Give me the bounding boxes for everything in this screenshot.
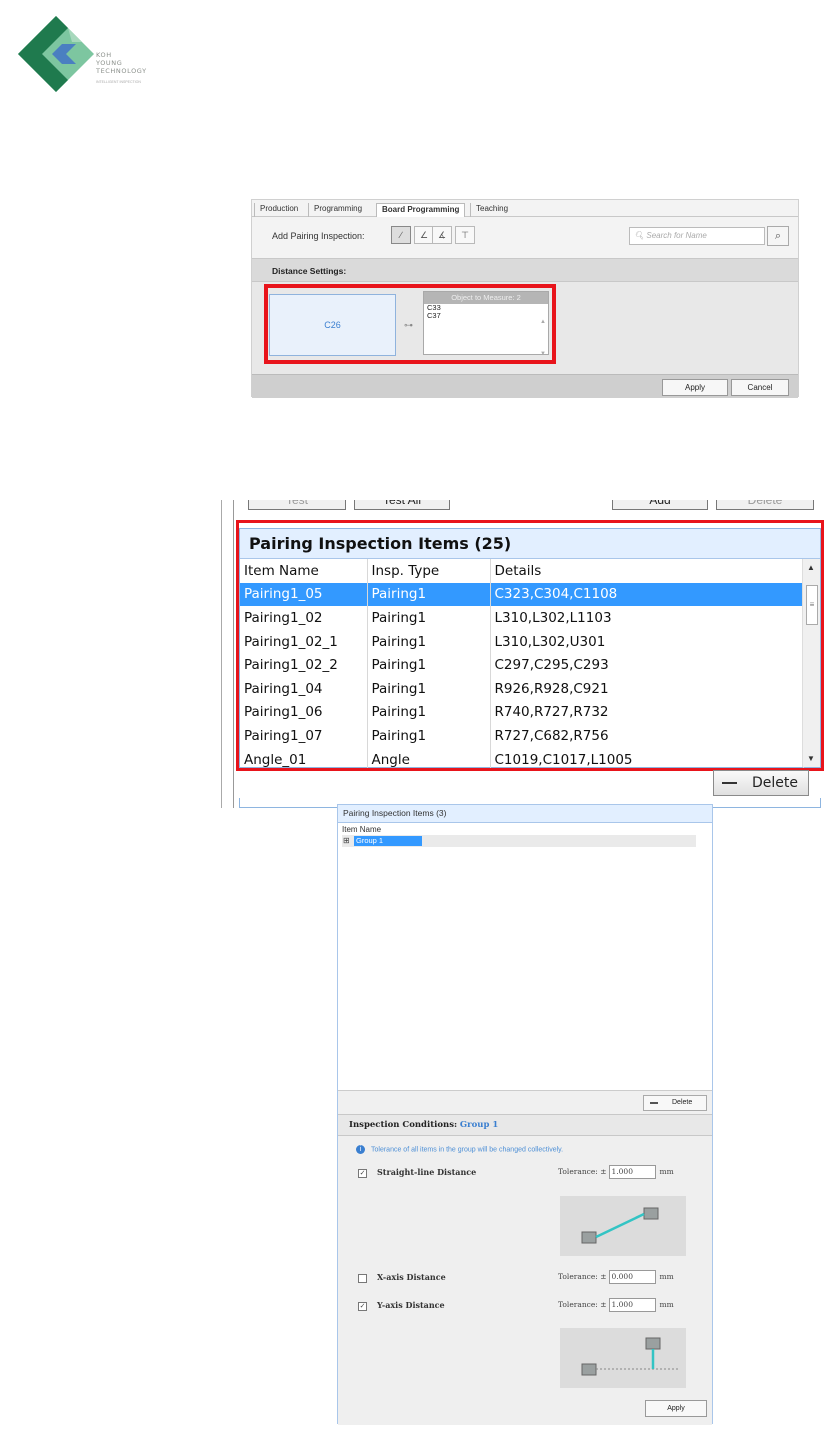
option-y-axis[interactable]: ✓ Y-axis Distance: [358, 1300, 445, 1311]
logo-mark-icon: [18, 16, 94, 92]
delete-label: Delete: [672, 1099, 693, 1106]
option-label: X-axis Distance: [377, 1272, 446, 1282]
checkbox-y-axis[interactable]: ✓: [358, 1301, 367, 1311]
group-conditions-screenshot: Pairing Inspection Items (3) Item Name ⊞…: [337, 804, 713, 1425]
search-button[interactable]: ⌕: [767, 226, 789, 246]
straight-line-diagram: [560, 1196, 686, 1256]
checkbox-straight-line[interactable]: ✓: [358, 1168, 367, 1178]
checkbox-x-axis[interactable]: [358, 1273, 367, 1283]
top-button-row: Test Test All Add Delete: [236, 500, 826, 518]
expand-icon[interactable]: ⊞: [343, 836, 350, 845]
angle-icon[interactable]: ∠: [414, 226, 434, 244]
y-axis-diagram: [560, 1328, 686, 1388]
minus-icon: [722, 782, 737, 784]
straight-line-distance-icon: [581, 1207, 659, 1244]
tolerance-input[interactable]: 1.000: [608, 1165, 656, 1179]
koh-young-logo: KOH YOUNG TECHNOLOGY INTELLIGENT INSPECT…: [16, 14, 186, 94]
tab-board-programming[interactable]: Board Programming: [376, 203, 466, 217]
section-title: Distance Settings:: [272, 266, 347, 276]
delete-button[interactable]: Delete: [713, 770, 809, 796]
red-highlight-box: [236, 520, 824, 771]
tolerance-straight-line: Tolerance: ±1.000 mm: [558, 1165, 674, 1179]
add-button[interactable]: Add: [612, 500, 708, 510]
tolerance-x-axis: Tolerance: ±0.000 mm: [558, 1270, 674, 1284]
cancel-button[interactable]: Cancel: [731, 379, 789, 396]
search-input[interactable]: 🔍︎ Search for Name: [629, 227, 765, 245]
delete-top-button[interactable]: Delete: [716, 500, 814, 510]
red-highlight-box: [264, 284, 556, 364]
col-item-name[interactable]: Item Name: [342, 825, 381, 834]
delete-label: Delete: [752, 775, 798, 791]
inspection-conditions-header: Inspection Conditions: Group 1: [338, 1114, 712, 1136]
tolerance-label: Tolerance: ±: [558, 1167, 607, 1176]
tolerance-input[interactable]: 1.000: [608, 1298, 656, 1312]
tab-teaching[interactable]: Teaching: [470, 203, 513, 217]
option-label: Straight-line Distance: [377, 1167, 477, 1177]
option-label: Y-axis Distance: [377, 1300, 445, 1310]
info-text: Tolerance of all items in the group will…: [371, 1146, 564, 1154]
left-border: [222, 500, 234, 808]
add-pairing-label: Add Pairing Inspection:: [272, 231, 365, 241]
distance-settings-header: Distance Settings:: [252, 258, 798, 282]
logo-tagline: INTELLIGENT INSPECTION: [96, 80, 141, 84]
panel-title: Pairing Inspection Items (3): [338, 805, 712, 823]
group-name: Group 1: [354, 836, 422, 846]
info-message: i Tolerance of all items in the group wil…: [356, 1145, 563, 1154]
search-icon: ⌕: [774, 230, 782, 242]
pairing-items-screenshot: Test Test All Add Delete Pairing Inspect…: [221, 500, 831, 808]
unit-label: mm: [659, 1167, 674, 1176]
delete-button[interactable]: Delete: [643, 1095, 707, 1111]
delete-bar: Delete: [338, 1090, 712, 1114]
group-row[interactable]: ⊞ Group 1: [342, 835, 696, 847]
minus-icon: [650, 1102, 658, 1104]
conditions-group-name: Group 1: [459, 1120, 499, 1130]
apply-button[interactable]: Apply: [662, 379, 728, 396]
info-icon: i: [356, 1145, 365, 1154]
tolerance-label: Tolerance: ±: [558, 1272, 607, 1281]
y-axis-distance-icon: [581, 1337, 678, 1376]
multi-distance-icon[interactable]: ⊤: [455, 226, 475, 244]
distance-settings-screenshot: Production Programming Board Programming…: [251, 199, 799, 398]
test-all-button[interactable]: Test All: [354, 500, 450, 510]
unit-label: mm: [659, 1300, 674, 1309]
unit-label: mm: [659, 1272, 674, 1281]
apply-button[interactable]: Apply: [645, 1400, 707, 1417]
logo-brand-text: KOH YOUNG TECHNOLOGY: [96, 51, 147, 75]
tolerance-label: Tolerance: ±: [558, 1300, 607, 1309]
dialog-footer: Apply Cancel: [252, 374, 798, 398]
conditions-label: Inspection Conditions:: [349, 1120, 458, 1130]
test-button[interactable]: Test: [248, 500, 346, 510]
option-straight-line[interactable]: ✓ Straight-line Distance: [358, 1167, 476, 1178]
angle2-icon[interactable]: ∡: [432, 226, 452, 244]
tolerance-y-axis: Tolerance: ±1.000 mm: [558, 1298, 674, 1312]
distance-icon[interactable]: ∕: [391, 226, 411, 244]
option-x-axis[interactable]: X-axis Distance: [358, 1272, 446, 1283]
tab-bar: Production Programming Board Programming…: [252, 200, 798, 217]
tab-production[interactable]: Production: [254, 203, 303, 217]
tab-programming[interactable]: Programming: [308, 203, 367, 217]
tolerance-input[interactable]: 0.000: [608, 1270, 656, 1284]
